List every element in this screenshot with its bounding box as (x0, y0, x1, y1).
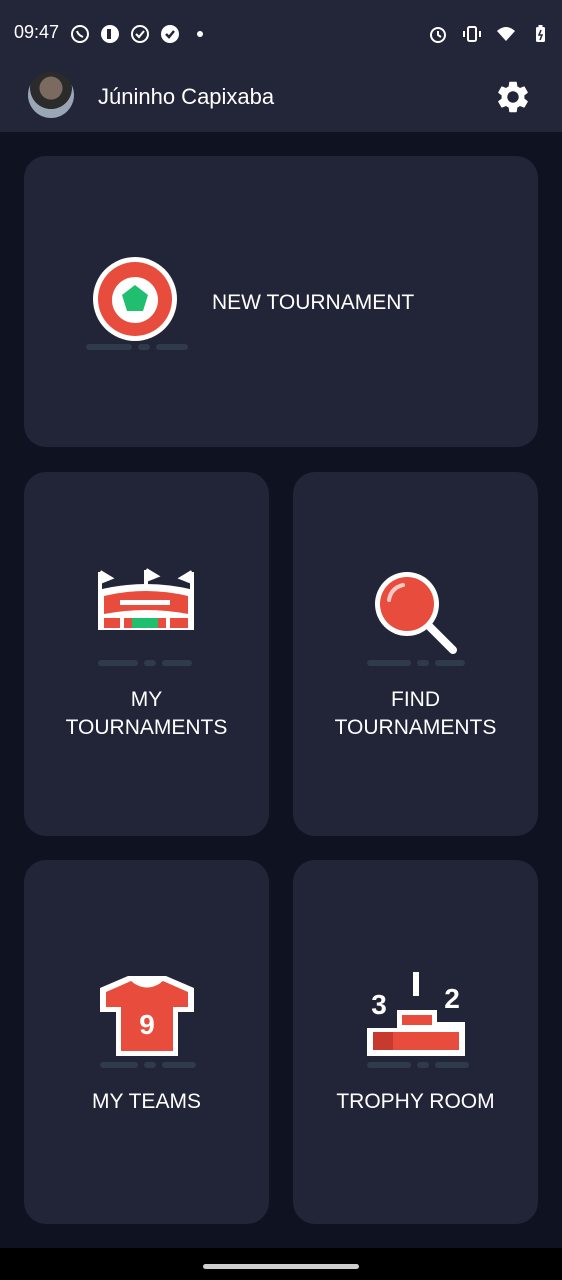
username: Júninho Capixaba (98, 84, 275, 109)
trophy-room-card[interactable]: 3 2 TROPHY ROOM (293, 860, 538, 1224)
find-tournaments-line-2: TOURNAMENTS (334, 716, 497, 739)
my-tournaments-line-1: MY (130, 688, 163, 711)
jersey-icon: 9 (100, 976, 194, 1056)
vibrate-icon (463, 26, 481, 42)
status-right-icons (428, 24, 550, 44)
shadow-bars (100, 1062, 196, 1068)
stadium-icon (98, 568, 194, 630)
soccer-ball-icon (93, 257, 177, 341)
trophy-room-label: TROPHY ROOM (336, 1090, 495, 1113)
shadow-bars (367, 660, 465, 666)
new-tournament-card[interactable]: NEW TOURNAMENT (24, 156, 538, 447)
svg-text:2: 2 (444, 983, 460, 1014)
shadow-bars (98, 660, 192, 666)
my-tournaments-card[interactable]: MY TOURNAMENTS (24, 472, 269, 836)
wifi-icon (497, 27, 515, 41)
shadow-bars (367, 1062, 469, 1068)
find-tournaments-line-1: FIND (391, 688, 440, 711)
gear-icon[interactable] (494, 78, 532, 116)
podium-icon: 3 2 (367, 972, 465, 1056)
svg-text:3: 3 (371, 989, 387, 1020)
check-circle-icon (131, 25, 149, 43)
magnifier-icon (375, 572, 457, 654)
app-bar: Júninho Capixaba (0, 64, 562, 132)
battery-icon (536, 25, 545, 42)
my-tournaments-line-2: TOURNAMENTS (65, 716, 228, 739)
dot-icon (197, 31, 203, 37)
navigation-bar (0, 1248, 562, 1280)
alarm-icon (430, 27, 446, 43)
status-time: 09:47 (14, 22, 60, 42)
new-tournament-label: NEW TOURNAMENT (212, 291, 415, 314)
status-bar: 09:47 (0, 0, 562, 64)
find-tournaments-card[interactable]: FIND TOURNAMENTS (293, 472, 538, 836)
whatsapp-icon (71, 25, 89, 43)
status-left-icons (70, 24, 210, 44)
my-tournaments-label: MY TOURNAMENTS (24, 686, 269, 742)
my-teams-card[interactable]: 9 MY TEAMS (24, 860, 269, 1224)
avatar[interactable] (28, 72, 74, 118)
svg-text:9: 9 (139, 1009, 155, 1040)
shadow-bars (86, 344, 188, 350)
badge-icon (101, 25, 119, 43)
home-gesture-handle[interactable] (203, 1264, 359, 1269)
my-teams-label: MY TEAMS (92, 1090, 201, 1113)
find-tournaments-label: FIND TOURNAMENTS (293, 686, 538, 742)
check-circle-filled-icon (161, 25, 179, 43)
